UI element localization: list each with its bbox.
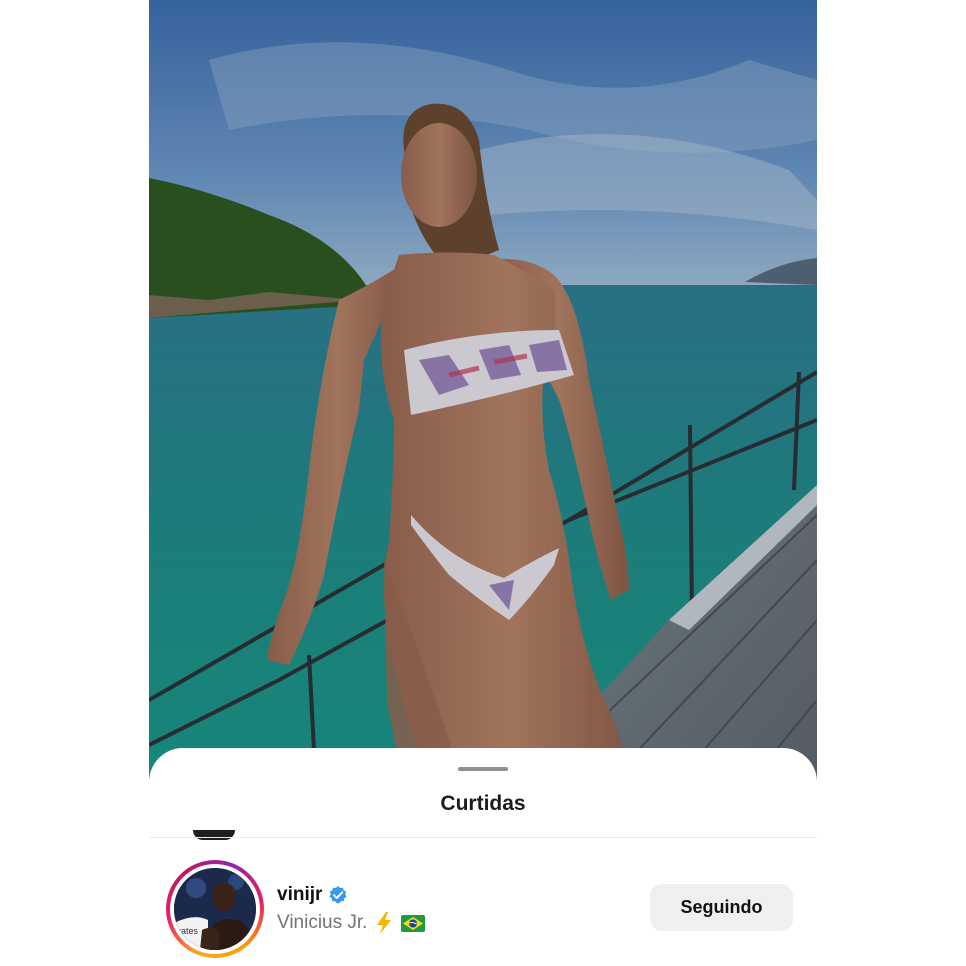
- following-button[interactable]: Seguindo: [650, 884, 793, 931]
- screen: Curtidas irates vinijr Vinicius Jr. Segu…: [0, 0, 966, 966]
- verified-badge-icon: [328, 885, 348, 905]
- avatar[interactable]: irates: [174, 868, 256, 950]
- story-ring[interactable]: irates: [166, 860, 264, 958]
- liker-list-item[interactable]: irates vinijr Vinicius Jr. Seguindo: [149, 860, 817, 958]
- liker-full-name: Vinicius Jr.: [277, 912, 368, 933]
- sheet-grabber-handle[interactable]: [458, 767, 508, 771]
- brazil-flag-emoji-icon: [401, 914, 426, 932]
- likes-sheet-title: Curtidas: [440, 792, 526, 815]
- modal-dim-overlay[interactable]: [149, 0, 817, 840]
- likes-sheet: Curtidas irates vinijr Vinicius Jr. Segu…: [149, 748, 817, 966]
- lightning-bolt-emoji-icon: [375, 912, 393, 934]
- previous-list-item-avatar: [193, 830, 235, 840]
- svg-text:irates: irates: [176, 926, 199, 936]
- liker-username[interactable]: vinijr: [277, 884, 322, 906]
- sheet-header-divider: [149, 837, 817, 838]
